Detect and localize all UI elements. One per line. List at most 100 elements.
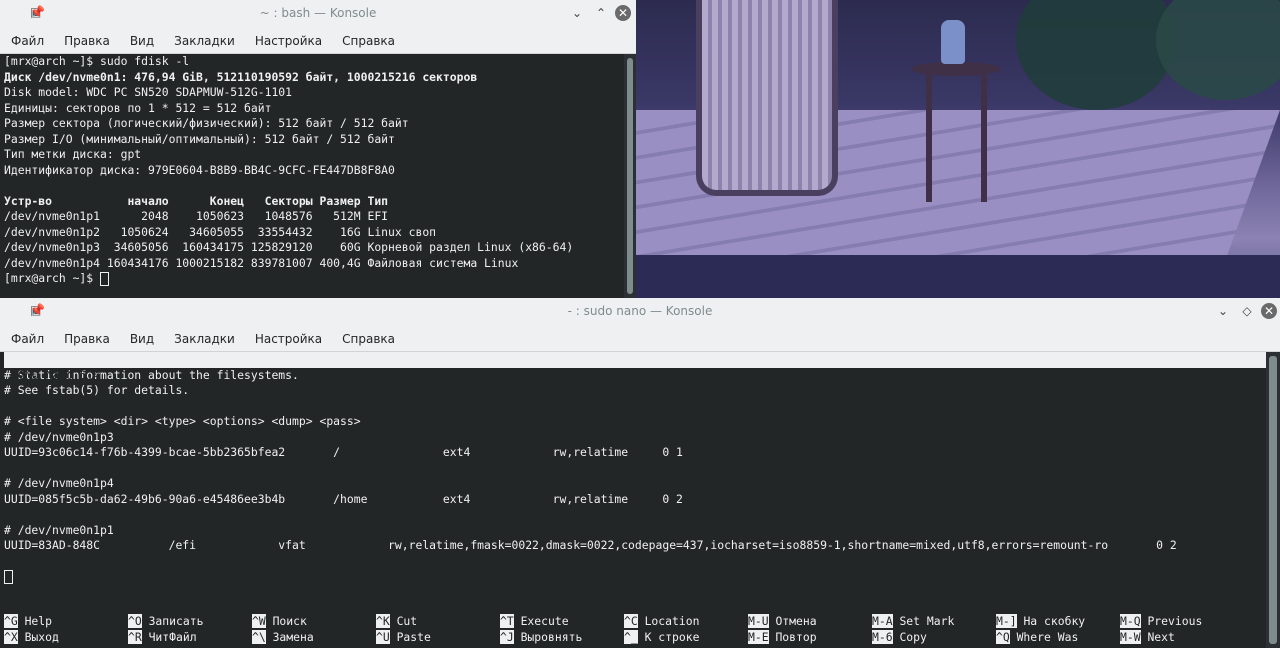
nano-shortcut[interactable]: M-] На скобку bbox=[996, 614, 1120, 630]
scrollbar[interactable] bbox=[1266, 352, 1280, 648]
nano-shortcut[interactable]: ^_ К строке bbox=[624, 629, 748, 646]
shortcut-label: Set Mark bbox=[899, 614, 955, 628]
nano-file-name: /etc/fstab bbox=[610, 383, 679, 397]
nano-shortcut[interactable]: M-W Next bbox=[1120, 629, 1244, 646]
shortcut-key: M-W bbox=[1120, 629, 1141, 644]
menu-edit[interactable]: Правка bbox=[54, 28, 120, 53]
nano-shortcut[interactable]: ^G Help bbox=[4, 614, 128, 630]
nano-shortcut[interactable]: ^U Paste bbox=[376, 629, 500, 646]
shortcut-label: Copy bbox=[899, 629, 927, 644]
shortcut-key: M-6 bbox=[872, 629, 893, 644]
terminal-output[interactable]: [mrx@arch ~]$ sudo fdisk -l Диск /dev/nvm… bbox=[0, 54, 624, 298]
konsole-window-nano[interactable]: ▣ 📌 - : sudo nano — Konsole ⌄ ◇ ✕ Файл П… bbox=[0, 298, 1280, 648]
terminal-line: Устр-во начало Конец Секторы Размер Тип bbox=[4, 193, 389, 208]
menu-file[interactable]: Файл bbox=[0, 326, 54, 351]
text-cursor bbox=[4, 569, 13, 584]
menu-help[interactable]: Справка bbox=[332, 28, 405, 53]
shortcut-key: M-U bbox=[748, 614, 769, 628]
shortcut-label: Поиск bbox=[272, 614, 307, 628]
minimize-icon[interactable]: ⌄ bbox=[1214, 302, 1232, 320]
scrollbar[interactable] bbox=[624, 54, 636, 298]
shortcut-label: Location bbox=[644, 614, 700, 628]
wallpaper-chair bbox=[696, 0, 838, 196]
shortcut-key: ^U bbox=[376, 629, 390, 644]
scrollbar-thumb[interactable] bbox=[1269, 356, 1277, 644]
shortcut-label: Where Was bbox=[1016, 629, 1079, 644]
nano-shortcut[interactable]: M-E Повтор bbox=[748, 629, 872, 646]
fstab-line bbox=[4, 399, 1266, 415]
prompt-line[interactable]: [mrx@arch ~]$ bbox=[4, 271, 624, 287]
shell-prompt: [mrx@arch ~]$ bbox=[4, 271, 101, 285]
menubar: Файл Правка Вид Закладки Настройка Справ… bbox=[0, 326, 1280, 352]
shortcut-key: ^W bbox=[252, 614, 266, 628]
shortcut-label: Отмена bbox=[775, 614, 817, 628]
terminal-line: /dev/nvme0n1p2 1050624 34605055 33554432… bbox=[4, 224, 437, 239]
menu-file[interactable]: Файл bbox=[0, 28, 54, 53]
nano-shortcut[interactable]: ^K Cut bbox=[376, 614, 500, 630]
nano-version: GNU nano 5.4 bbox=[18, 367, 101, 382]
maximize-icon[interactable]: ⌃ bbox=[592, 4, 610, 22]
menu-view[interactable]: Вид bbox=[120, 326, 164, 351]
scrollbar-thumb[interactable] bbox=[627, 58, 633, 294]
shortcut-label: Paste bbox=[396, 629, 431, 644]
nano-shortcut[interactable]: M-A Set Mark bbox=[872, 614, 996, 630]
menu-edit[interactable]: Правка bbox=[54, 326, 120, 351]
nano-shortcut[interactable]: ^W Поиск bbox=[252, 614, 376, 630]
window-title: - : sudo nano — Konsole bbox=[567, 304, 713, 318]
menu-help[interactable]: Справка bbox=[332, 326, 405, 351]
terminal-line: Disk model: WDC PC SN520 SDAPMUW-512G-11… bbox=[4, 85, 293, 99]
shortcut-key: M-Q bbox=[1120, 614, 1141, 628]
nano-shortcut[interactable]: M-6 Copy bbox=[872, 629, 996, 646]
terminal-line: Тип метки диска: gpt bbox=[4, 147, 142, 161]
maximize-icon[interactable]: ◇ bbox=[1238, 302, 1256, 320]
nano-shortcut[interactable]: ^\ Замена bbox=[252, 629, 376, 646]
konsole-window-bash[interactable]: ▣ 📌 ~ : bash — Konsole ⌄ ⌃ ✕ Файл Правка… bbox=[0, 0, 636, 298]
menubar: Файл Правка Вид Закладки Настройка Справ… bbox=[0, 28, 636, 54]
fstab-line: # /dev/nvme0n1p3 bbox=[4, 429, 114, 444]
fstab-line bbox=[4, 554, 1266, 570]
terminal-line: Единицы: секторов по 1 * 512 = 512 байт bbox=[4, 100, 272, 115]
menu-settings[interactable]: Настройка bbox=[245, 28, 332, 53]
menu-bookmarks[interactable]: Закладки bbox=[164, 28, 245, 53]
nano-shortcut[interactable]: M-Q Previous bbox=[1120, 614, 1244, 630]
minimize-icon[interactable]: ⌄ bbox=[568, 4, 586, 22]
shortcut-key: ^O bbox=[128, 614, 142, 628]
shortcut-key: ^X bbox=[4, 629, 18, 644]
menu-view[interactable]: Вид bbox=[120, 28, 164, 53]
shortcut-key: ^Q bbox=[996, 629, 1010, 644]
fstab-line: # /dev/nvme0n1p1 bbox=[4, 522, 114, 537]
shortcut-label: На скобку bbox=[1023, 614, 1086, 628]
nano-editor[interactable]: GNU nano 5.4 /etc/fstab # Static informa… bbox=[0, 352, 1266, 648]
close-icon[interactable]: ✕ bbox=[1261, 303, 1277, 319]
nano-shortcut[interactable]: ^T Execute bbox=[500, 614, 624, 630]
nano-shortcut[interactable]: ^Q Where Was bbox=[996, 629, 1120, 646]
shortcut-key: ^C bbox=[624, 614, 638, 628]
nano-header-bar: GNU nano 5.4 /etc/fstab bbox=[4, 352, 1266, 397]
nano-shortcut[interactable]: ^R ЧитФайл bbox=[128, 629, 252, 646]
fstab-line: UUID=085f5c5b-da62-49b6-90a6-e45486ee3b4… bbox=[4, 491, 683, 506]
nano-shortcut[interactable]: ^X Выход bbox=[4, 629, 128, 646]
menu-settings[interactable]: Настройка bbox=[245, 326, 332, 351]
text-cursor bbox=[100, 271, 110, 286]
nano-shortcut[interactable]: M-U Отмена bbox=[748, 614, 872, 630]
nano-shortcut[interactable]: ^J Выровнять bbox=[500, 629, 624, 646]
terminal-line: [mrx@arch ~]$ sudo fdisk -l bbox=[4, 54, 190, 68]
fstab-line: # Static information about the filesyste… bbox=[4, 367, 299, 382]
shortcut-label: Выровнять bbox=[520, 629, 583, 644]
nano-shortcut[interactable]: ^O Записать bbox=[128, 614, 252, 630]
window-titlebar[interactable]: ▣ 📌 - : sudo nano — Konsole ⌄ ◇ ✕ bbox=[0, 298, 1280, 326]
shortcut-key: ^T bbox=[500, 614, 514, 628]
shortcut-label: Next bbox=[1147, 629, 1175, 644]
close-icon[interactable]: ✕ bbox=[615, 5, 631, 21]
shortcut-key: ^K bbox=[376, 614, 390, 628]
nano-shortcut[interactable]: ^C Location bbox=[624, 614, 748, 630]
cursor-line[interactable] bbox=[4, 569, 1266, 585]
terminal-line: Размер сектора (логический/физический): … bbox=[4, 116, 409, 130]
wallpaper-table bbox=[911, 62, 1001, 76]
shortcut-key: ^_ bbox=[624, 629, 638, 644]
fstab-line: UUID=93c06c14-f76b-4399-bcae-5bb2365bfea… bbox=[4, 445, 683, 459]
shortcut-key: ^R bbox=[128, 629, 142, 644]
window-titlebar[interactable]: ▣ 📌 ~ : bash — Konsole ⌄ ⌃ ✕ bbox=[0, 0, 636, 28]
menu-bookmarks[interactable]: Закладки bbox=[164, 326, 245, 351]
wallpaper-plant bbox=[1156, 0, 1280, 100]
